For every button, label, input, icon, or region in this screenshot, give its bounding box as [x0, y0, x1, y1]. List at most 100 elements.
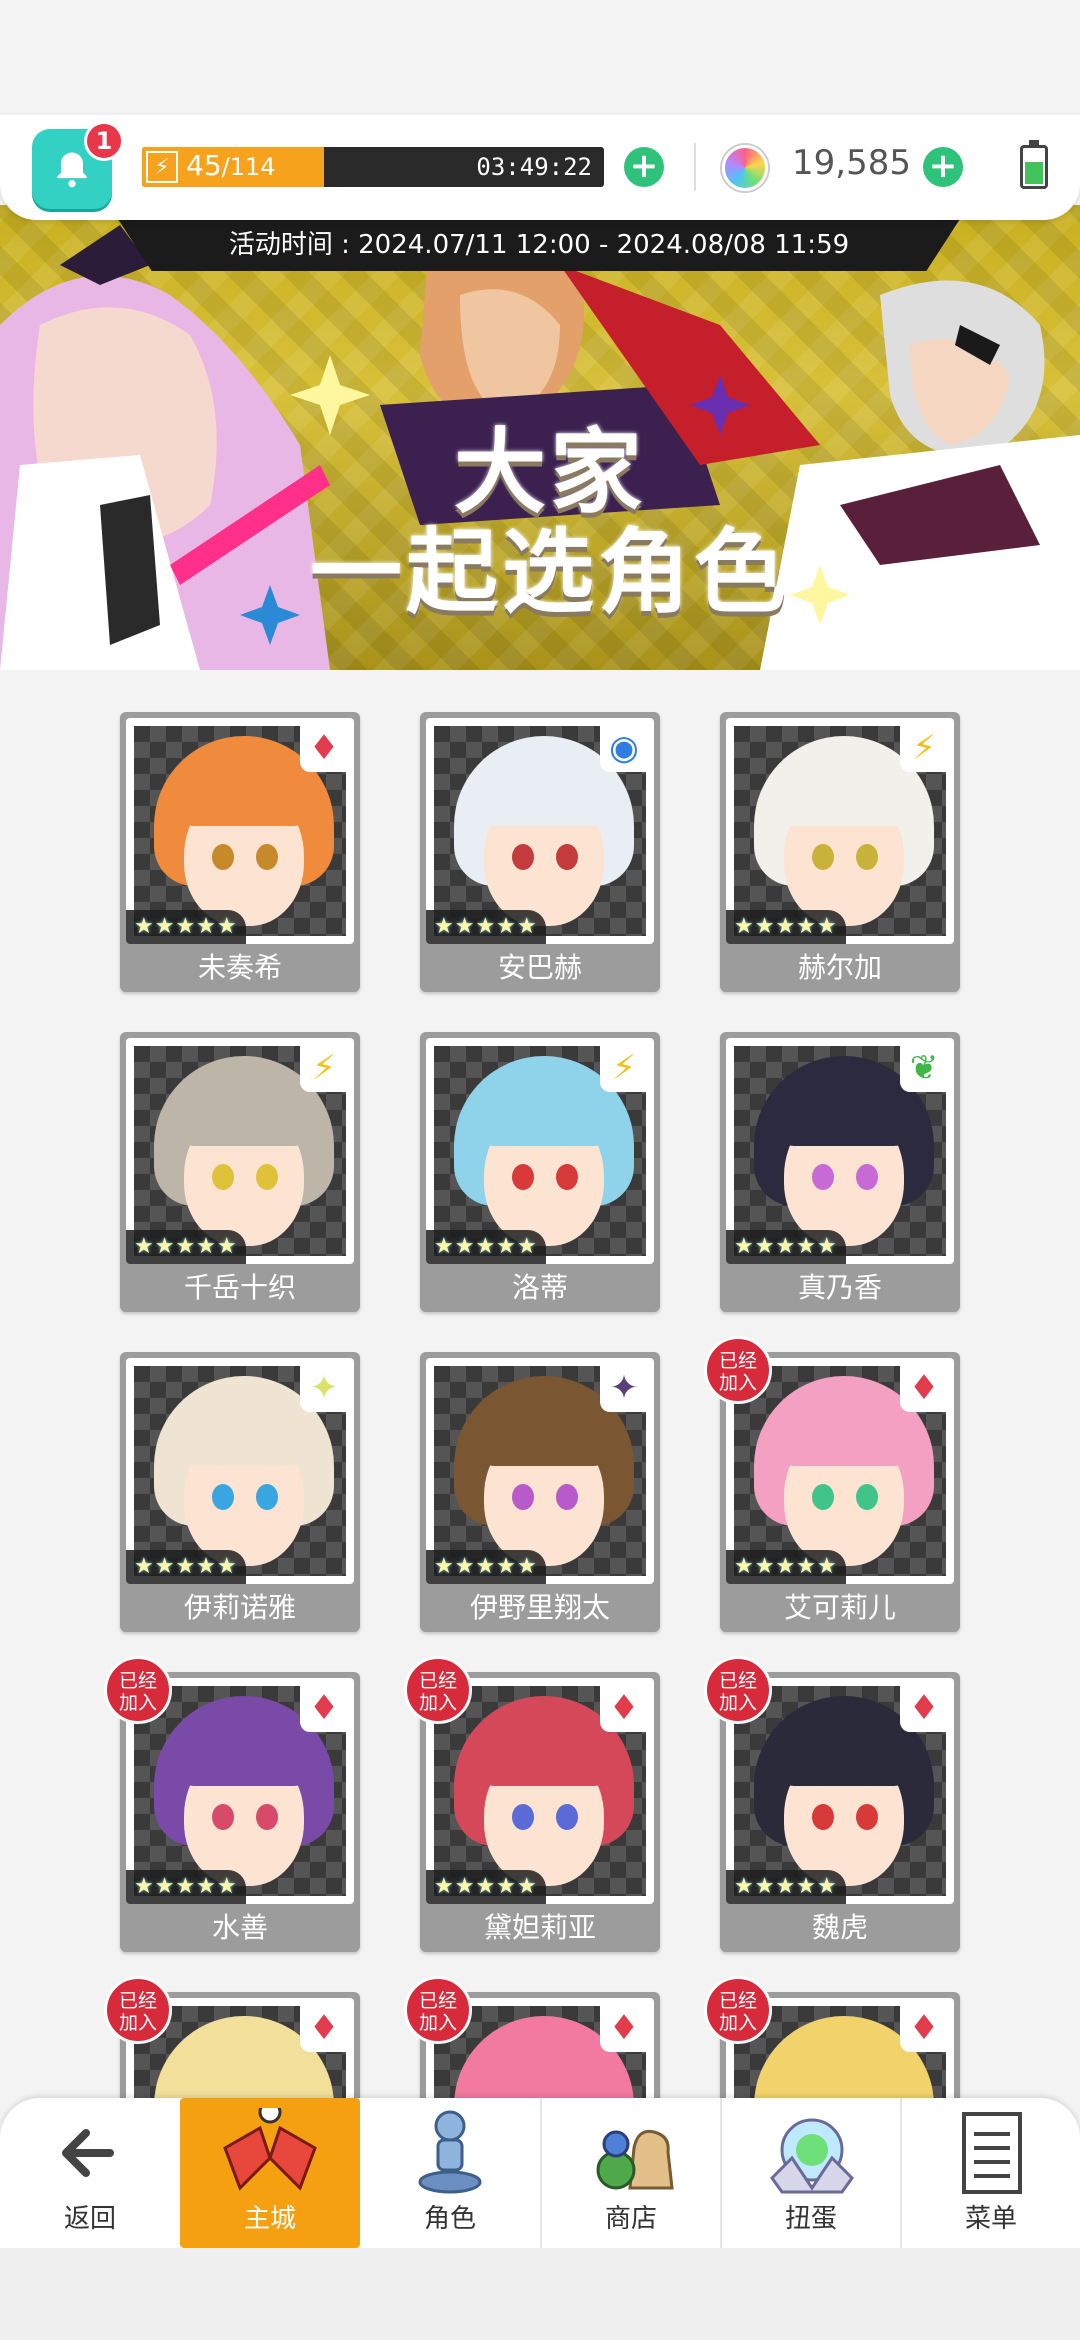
character-card[interactable]: ⚡ ★★★★★ 洛蒂 — [420, 1032, 660, 1312]
joined-badge: 已经 加入 — [404, 1656, 472, 1724]
eye-shape — [256, 1484, 278, 1510]
banner-title: 大家 一起选角色 — [309, 419, 790, 626]
event-banner[interactable]: 活动时间 : 2024.07/11 12:00 - 2024.08/08 11:… — [0, 205, 1080, 670]
rarity-stars: ★★★★★ — [726, 1550, 846, 1584]
character-card[interactable]: ⚡ ★★★★★ 千岳十织 — [120, 1032, 360, 1312]
eye-shape — [212, 844, 234, 870]
character-name: 伊野里翔太 — [469, 1591, 610, 1624]
stamina-bar: ⚡ 45/114 03:49:22 — [142, 147, 604, 187]
eye-shape — [856, 844, 878, 870]
fire-icon: ♦ — [300, 1684, 348, 1732]
eye-shape — [212, 1804, 234, 1830]
stamina-value: 45/114 — [186, 149, 276, 182]
event-time: 活动时间 : 2024.07/11 12:00 - 2024.08/08 11:… — [118, 219, 960, 271]
rarity-stars: ★★★★★ — [426, 1230, 546, 1264]
status-bar: 1 ⚡ 45/114 03:49:22 + 19,585 + — [0, 115, 1080, 220]
character-portrait: ⚡ ★★★★★ — [126, 1038, 354, 1264]
nav-shop-label: 商店 — [604, 2204, 657, 2234]
bangs-shape — [774, 1086, 914, 1146]
character-name: 洛蒂 — [511, 1271, 568, 1304]
rarity-stars: ★★★★★ — [726, 1230, 846, 1264]
character-portrait: ♦ ★★★★★ — [126, 718, 354, 944]
character-portrait: ◉ ★★★★★ — [426, 718, 654, 944]
gem-icon — [722, 145, 768, 191]
character-card[interactable]: ♦ ★★★★★ 水善 已经 加入 — [104, 1656, 360, 1952]
bottom-navigation: 返回 主城 角色 商店 扭蛋 菜单 — [0, 2098, 1080, 2248]
eye-shape — [256, 844, 278, 870]
character-card[interactable]: ✦ ★★★★★ 伊野里翔太 — [420, 1352, 660, 1632]
eye-shape — [512, 1804, 534, 1830]
nav-shop[interactable]: 商店 — [540, 2098, 720, 2248]
back-arrow-icon — [62, 2129, 114, 2177]
bangs-shape — [774, 766, 914, 826]
nav-back[interactable]: 返回 — [0, 2098, 180, 2248]
bell-icon — [57, 152, 87, 188]
character-card[interactable]: ♦ ★★★★★ 艾可莉儿 已经 加入 — [704, 1336, 960, 1632]
nav-menu[interactable]: 菜单 — [900, 2098, 1080, 2248]
rarity-stars: ★★★★★ — [726, 910, 846, 944]
bangs-shape — [474, 1086, 614, 1146]
joined-badge: 已经 加入 — [704, 1336, 772, 1404]
rarity-stars: ★★★★★ — [426, 1550, 546, 1584]
character-card[interactable]: ❦ ★★★★★ 真乃香 — [720, 1032, 960, 1312]
bangs-shape — [474, 2046, 614, 2106]
nav-back-label: 返回 — [63, 2204, 116, 2234]
light-icon: ✦ — [300, 1364, 348, 1412]
stamina-timer: 03:49:22 — [476, 153, 592, 181]
nav-home-label: 主城 — [243, 2204, 296, 2234]
character-card[interactable]: ⚡ ★★★★★ 赫尔加 — [720, 712, 960, 992]
bangs-shape — [174, 1086, 314, 1146]
character-name: 未奏希 — [197, 951, 282, 984]
rarity-stars: ★★★★★ — [426, 910, 546, 944]
bangs-shape — [774, 1406, 914, 1466]
nav-character-label: 角色 — [423, 2204, 476, 2234]
bangs-shape — [774, 1726, 914, 1786]
character-card[interactable]: ◉ ★★★★★ 安巴赫 — [420, 712, 660, 992]
gacha-capsule-icon — [770, 2118, 854, 2194]
eye-shape — [812, 844, 834, 870]
character-name: 真乃香 — [797, 1271, 882, 1304]
rarity-stars: ★★★★★ — [726, 1870, 846, 1904]
shop-bag-icon — [596, 2129, 674, 2190]
character-card[interactable]: ✦ ★★★★★ 伊莉诺雅 — [120, 1352, 360, 1632]
bangs-shape — [474, 766, 614, 826]
eye-shape — [512, 844, 534, 870]
eye-shape — [512, 1164, 534, 1190]
bangs-shape — [474, 1406, 614, 1466]
character-name: 安巴赫 — [497, 951, 582, 984]
character-card[interactable]: ♦ ★★★★★ 黛妲莉亚 已经 加入 — [404, 1656, 660, 1952]
castle-icon — [223, 2108, 317, 2191]
character-portrait: ✦ ★★★★★ — [426, 1358, 654, 1584]
nav-gacha-label: 扭蛋 — [784, 2204, 837, 2234]
eye-shape — [812, 1164, 834, 1190]
nav-home[interactable]: 主城 — [180, 2098, 360, 2248]
eye-shape — [556, 1164, 578, 1190]
eye-shape — [856, 1484, 878, 1510]
add-gem-button[interactable]: + — [923, 147, 963, 187]
bangs-shape — [174, 766, 314, 826]
nav-character[interactable]: 角色 — [360, 2098, 540, 2248]
joined-badge: 已经 加入 — [704, 1976, 772, 2044]
rarity-stars: ★★★★★ — [126, 910, 246, 944]
system-navigation-bar — [0, 2248, 1080, 2340]
bangs-shape — [774, 2046, 914, 2106]
character-name: 艾可莉儿 — [783, 1591, 896, 1624]
character-card[interactable]: ♦ ★★★★★ 未奏希 — [120, 712, 360, 992]
rarity-stars: ★★★★★ — [126, 1230, 246, 1264]
add-stamina-button[interactable]: + — [624, 147, 664, 187]
rarity-stars: ★★★★★ — [426, 1870, 546, 1904]
bangs-shape — [174, 2046, 314, 2106]
dark-icon: ✦ — [600, 1364, 648, 1412]
character-name: 黛妲莉亚 — [483, 1911, 596, 1944]
lightning-icon: ⚡ — [900, 724, 948, 772]
bangs-shape — [474, 1726, 614, 1786]
character-name: 魏虎 — [811, 1911, 868, 1944]
eye-shape — [856, 1804, 878, 1830]
character-portrait: ❦ ★★★★★ — [726, 1038, 954, 1264]
eye-shape — [256, 1164, 278, 1190]
nav-menu-label: 菜单 — [964, 2204, 1017, 2234]
character-card[interactable]: ♦ ★★★★★ 魏虎 已经 加入 — [704, 1656, 960, 1952]
nav-gacha[interactable]: 扭蛋 — [720, 2098, 900, 2248]
fire-icon: ♦ — [900, 1684, 948, 1732]
notification-badge: 1 — [84, 121, 124, 161]
